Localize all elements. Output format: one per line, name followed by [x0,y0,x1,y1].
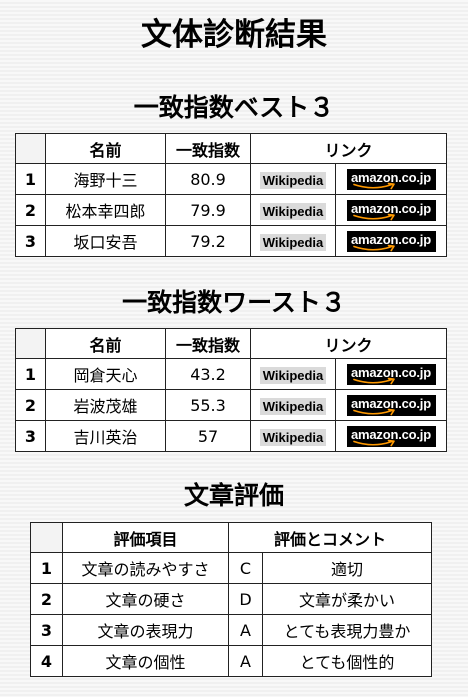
links-column-header: リンク [249,328,448,359]
match-score: 80.9 [165,163,251,195]
rank-number: 3 [15,420,46,452]
table-row: 3 坂口安吾 79.2 Wikipedia amazon.co.jp [15,225,448,257]
match-score: 79.2 [165,225,251,257]
rank-number: 2 [15,194,46,226]
author-name: 岩波茂雄 [45,389,166,421]
rank-header-cell [15,133,46,164]
amazon-link[interactable]: amazon.co.jp [346,363,436,385]
match-score: 55.3 [165,389,251,421]
score-column-header: 一致指数 [165,328,251,359]
amazon-link[interactable]: amazon.co.jp [346,230,436,252]
row-number: 1 [30,552,63,584]
wikipedia-cell: Wikipedia [250,163,336,195]
table-row: 1 海野十三 80.9 Wikipedia amazon.co.jp [15,163,448,195]
evaluation-grade: A [228,645,263,677]
author-name: 海野十三 [45,163,166,195]
score-column-header: 一致指数 [165,133,251,164]
author-name: 松本幸四郎 [45,194,166,226]
comment-column-header: 評価とコメント [227,522,433,553]
best-ranking-table: 名前 一致指数 リンク 1 海野十三 80.9 Wikipedia amazon… [15,133,448,257]
number-header-cell [30,522,63,553]
wikipedia-link[interactable]: Wikipedia [259,397,327,415]
author-name: 岡倉天心 [45,358,166,390]
table-row: 4 文章の個性 A とても個性的 [30,645,433,677]
author-name: 吉川英治 [45,420,166,452]
match-score: 79.9 [165,194,251,226]
match-score: 57 [165,420,251,452]
name-column-header: 名前 [45,133,166,164]
wikipedia-cell: Wikipedia [250,389,336,421]
table-row: 2 松本幸四郎 79.9 Wikipedia amazon.co.jp [15,194,448,226]
amazon-cell: amazon.co.jp [334,225,448,257]
wikipedia-link[interactable]: Wikipedia [259,428,327,446]
links-column-header: リンク [249,133,448,164]
wikipedia-cell: Wikipedia [250,420,336,452]
evaluation-table: 評価項目 評価とコメント 1 文章の読みやすさ C 適切 2 文章の硬さ D 文… [30,522,433,677]
table-row: 2 岩波茂雄 55.3 Wikipedia amazon.co.jp [15,389,448,421]
author-name: 坂口安吾 [45,225,166,257]
wikipedia-link[interactable]: Wikipedia [259,171,327,189]
table-row: 1 文章の読みやすさ C 適切 [30,552,433,584]
evaluation-grade: C [228,552,263,584]
table-header-row: 評価項目 評価とコメント [30,522,433,553]
row-number: 2 [30,583,63,615]
table-row: 2 文章の硬さ D 文章が柔かい [30,583,433,615]
page-title: 文体診断結果 [141,17,327,53]
wikipedia-link[interactable]: Wikipedia [259,202,327,220]
rank-header-cell [15,328,46,359]
table-header-row: 名前 一致指数 リンク [15,328,448,359]
amazon-smile-icon [352,377,395,384]
worst-heading: 一致指数ワースト３ [122,288,346,317]
evaluation-grade: D [228,583,263,615]
table-row: 1 岡倉天心 43.2 Wikipedia amazon.co.jp [15,358,448,390]
evaluation-comment: とても個性的 [261,645,433,677]
name-column-header: 名前 [45,328,166,359]
evaluation-grade: A [228,614,263,646]
evaluation-item: 文章の硬さ [62,583,229,615]
amazon-link[interactable]: amazon.co.jp [346,425,436,447]
rank-number: 2 [15,389,46,421]
amazon-cell: amazon.co.jp [334,389,448,421]
amazon-link[interactable]: amazon.co.jp [346,394,436,416]
table-row: 3 吉川英治 57 Wikipedia amazon.co.jp [15,420,448,452]
rank-number: 1 [15,358,46,390]
amazon-link[interactable]: amazon.co.jp [346,168,436,190]
evaluation-item: 文章の読みやすさ [62,552,229,584]
best-heading: 一致指数ベスト３ [133,93,335,122]
row-number: 4 [30,645,63,677]
wikipedia-cell: Wikipedia [250,225,336,257]
amazon-link[interactable]: amazon.co.jp [346,199,436,221]
evaluation-comment: 適切 [261,552,433,584]
amazon-smile-icon [352,408,395,415]
rank-number: 3 [15,225,46,257]
worst-ranking-table: 名前 一致指数 リンク 1 岡倉天心 43.2 Wikipedia amazon… [15,328,448,452]
row-number: 3 [30,614,63,646]
amazon-smile-icon [352,244,395,251]
evaluation-item: 文章の個性 [62,645,229,677]
item-column-header: 評価項目 [62,522,229,553]
amazon-smile-icon [352,182,395,189]
evaluation-item: 文章の表現力 [62,614,229,646]
rank-number: 1 [15,163,46,195]
table-header-row: 名前 一致指数 リンク [15,133,448,164]
amazon-cell: amazon.co.jp [334,420,448,452]
evaluation-comment: 文章が柔かい [261,583,433,615]
wikipedia-link[interactable]: Wikipedia [259,233,327,251]
table-row: 3 文章の表現力 A とても表現力豊か [30,614,433,646]
wikipedia-cell: Wikipedia [250,358,336,390]
wikipedia-link[interactable]: Wikipedia [259,366,327,384]
evaluation-heading: 文章評価 [183,481,284,510]
evaluation-comment: とても表現力豊か [261,614,433,646]
amazon-smile-icon [352,213,395,220]
amazon-cell: amazon.co.jp [334,163,448,195]
wikipedia-cell: Wikipedia [250,194,336,226]
amazon-smile-icon [352,439,395,446]
amazon-cell: amazon.co.jp [334,194,448,226]
amazon-cell: amazon.co.jp [334,358,448,390]
match-score: 43.2 [165,358,251,390]
